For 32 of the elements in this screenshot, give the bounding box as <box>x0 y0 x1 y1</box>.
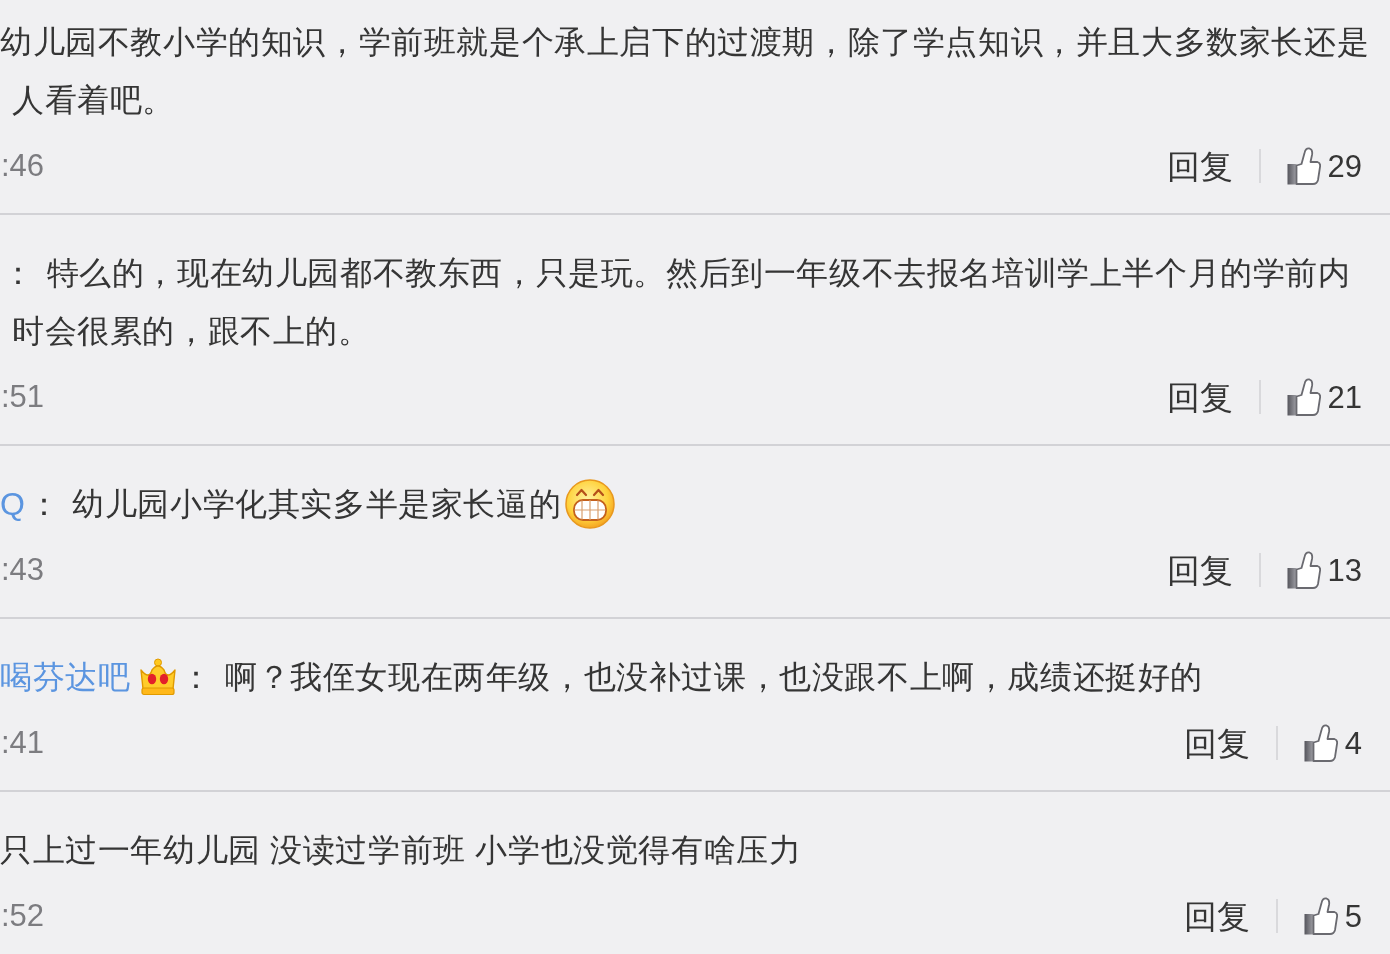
like-button[interactable]: 29 <box>1286 147 1362 185</box>
colon-text: ： <box>27 485 61 524</box>
comment-text: 幼儿园小学化其实多半是家长逼的 <box>72 485 562 524</box>
like-button[interactable]: 21 <box>1286 378 1362 416</box>
colon-text: ： <box>180 658 213 697</box>
reply-button[interactable]: 回复 <box>1166 553 1233 587</box>
thumbs-up-icon <box>1286 551 1321 589</box>
thumbs-up-icon <box>1286 378 1321 416</box>
comment-text: 特么的，现在幼儿园都不教东西，只是玩。然后到一年级不去报名培训学上半个月的学前内 <box>46 254 1351 293</box>
thumbs-up-icon <box>1303 897 1338 935</box>
timestamp: :46 <box>0 146 45 185</box>
like-button[interactable]: 4 <box>1303 724 1362 762</box>
reply-button[interactable]: 回复 <box>1183 899 1250 933</box>
timestamp: :51 <box>0 377 45 416</box>
comment-text: 幼儿园不教小学的知识，学前班就是个承上启下的过渡期，除了学点知识，并且大多数家长还是 <box>0 23 1370 62</box>
reply-button[interactable]: 回复 <box>1166 380 1233 414</box>
timestamp: :52 <box>0 896 45 935</box>
comment-text: 人看着吧。 <box>12 81 175 120</box>
like-button[interactable]: 13 <box>1286 551 1362 589</box>
crown-icon <box>138 658 179 696</box>
reply-button[interactable]: 回复 <box>1183 726 1250 760</box>
timestamp: :43 <box>0 550 45 589</box>
comment-text: 时会很累的，跟不上的。 <box>12 312 371 351</box>
colon-text: ： <box>2 254 35 293</box>
thumbs-up-icon <box>1286 147 1321 185</box>
timestamp: :41 <box>0 723 45 762</box>
comment-text: 啊？我侄女现在两年级，也没补过课，也没跟不上啊，成绩还挺好的 <box>225 658 1203 697</box>
thumbs-up-icon <box>1303 724 1338 762</box>
grinning-face-icon <box>565 479 616 529</box>
comment-text: 只上过一年幼儿园 没读过学前班 小学也没觉得有啥压力 <box>0 831 802 870</box>
reply-button[interactable]: 回复 <box>1166 149 1233 183</box>
like-button[interactable]: 5 <box>1303 897 1362 935</box>
